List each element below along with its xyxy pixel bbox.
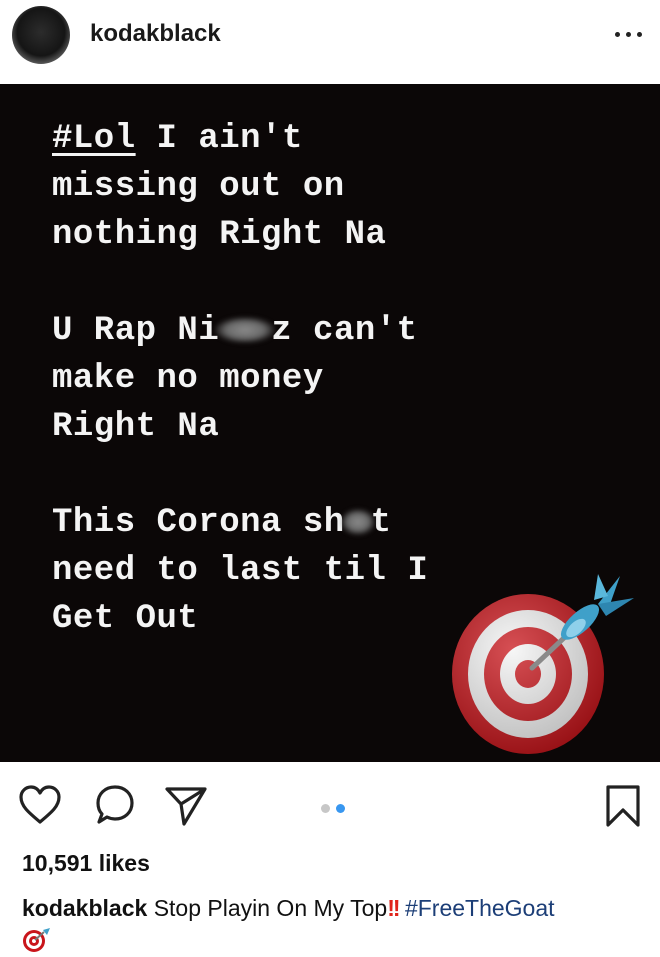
caption-text: Stop Playin On My Top [153, 895, 388, 921]
heart-icon[interactable] [18, 784, 62, 826]
likes-count[interactable]: 10,591 likes [22, 850, 150, 877]
double-exclamation-icon: !! [387, 895, 400, 921]
censor-blur [215, 317, 276, 344]
bookmark-icon[interactable] [604, 784, 642, 828]
post-text-line: This Corona sh t [52, 504, 392, 542]
post-text-line: U Rap Ni z can't [52, 312, 418, 350]
caption-hashtag[interactable]: #FreeTheGoat [405, 895, 555, 921]
hashtag-lol: #Lol [52, 120, 136, 158]
carousel-dot [321, 804, 330, 813]
post-text-line: Right Na [52, 408, 220, 446]
post-header: kodakblack [0, 0, 660, 84]
post-text-line: nothing Right Na [52, 216, 387, 254]
avatar[interactable] [12, 6, 70, 64]
more-options-icon[interactable] [612, 24, 650, 44]
direct-hit-target-icon [23, 927, 50, 952]
caption-username[interactable]: kodakblack [22, 895, 147, 921]
censor-blur [340, 509, 375, 536]
username[interactable]: kodakblack [90, 20, 221, 48]
comment-icon[interactable] [94, 784, 136, 826]
direct-hit-target-icon [452, 574, 634, 754]
carousel-dot-active [336, 804, 345, 813]
carousel-indicator [318, 800, 348, 818]
send-icon[interactable] [164, 784, 208, 828]
post-text-line: missing out on [52, 168, 345, 206]
post-image[interactable]: #Lol I ain't missing out on nothing Righ… [0, 84, 660, 762]
caption: kodakblack Stop Playin On My Top!! #Free… [22, 893, 652, 953]
post-text-line: need to last til I [52, 552, 429, 590]
post-text-line: Get Out [52, 600, 199, 638]
post-text-line: #Lol I ain't [52, 120, 303, 158]
action-bar [0, 762, 660, 842]
post-text-line: make no money [52, 360, 324, 398]
